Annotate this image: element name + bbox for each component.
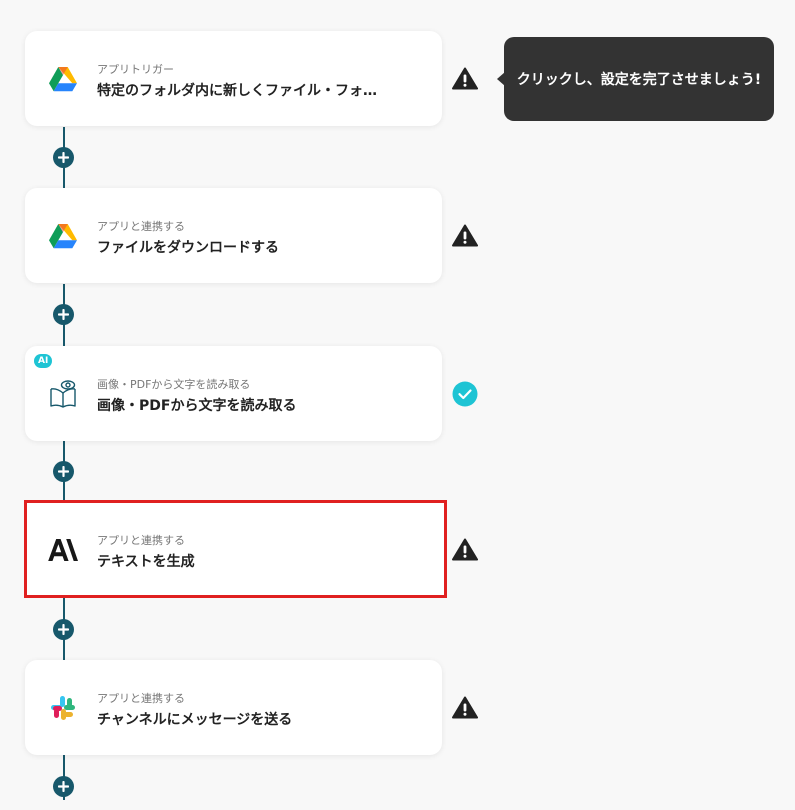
warning-icon[interactable]	[452, 536, 478, 562]
add-step-button[interactable]	[53, 619, 74, 640]
add-step-button[interactable]	[53, 147, 74, 168]
plus-icon	[58, 466, 69, 477]
add-step-button[interactable]	[53, 304, 74, 325]
flow-step-card-ocr[interactable]: AI 画像・PDFから文字を読み取る 画像・PDFから文字を読み取る	[25, 346, 442, 441]
flow-step-card-send-message[interactable]: アプリと連携する チャンネルにメッセージを送る	[25, 660, 442, 755]
step-subtitle: アプリと連携する	[97, 692, 185, 705]
ocr-book-eye-icon	[48, 379, 78, 409]
flow-canvas: アプリトリガー 特定のフォルダ内に新しくファイル・フォ… クリックし、設定を完了…	[0, 0, 795, 810]
step-title: 特定のフォルダ内に新しくファイル・フォ…	[97, 83, 377, 99]
step-title: チャンネルにメッセージを送る	[97, 712, 293, 728]
step-subtitle: アプリトリガー	[97, 63, 174, 76]
plus-icon	[58, 624, 69, 635]
check-complete-icon[interactable]	[452, 381, 478, 407]
warning-icon[interactable]	[452, 65, 478, 91]
flow-step-card-download[interactable]: アプリと連携する ファイルをダウンロードする	[25, 188, 442, 283]
step-title: 画像・PDFから文字を読み取る	[97, 398, 297, 414]
flow-step-card-trigger[interactable]: アプリトリガー 特定のフォルダ内に新しくファイル・フォ…	[25, 31, 442, 126]
plus-icon	[58, 781, 69, 792]
tooltip-arrow	[497, 72, 505, 86]
google-drive-icon	[48, 64, 78, 94]
slack-icon	[48, 693, 78, 723]
tooltip-text: クリックし、設定を完了させましょう!	[516, 72, 762, 88]
step-title: ファイルをダウンロードする	[97, 240, 279, 256]
add-step-button[interactable]	[53, 461, 74, 482]
ai-badge: AI	[34, 354, 53, 368]
step-subtitle: アプリと連携する	[97, 534, 185, 547]
setup-tooltip: クリックし、設定を完了させましょう!	[497, 37, 774, 121]
step-subtitle: アプリと連携する	[97, 220, 185, 233]
anthropic-logo-icon	[48, 535, 78, 565]
flow-step-card-generate-text[interactable]: アプリと連携する テキストを生成	[24, 500, 447, 598]
warning-icon[interactable]	[452, 222, 478, 248]
add-step-button[interactable]	[53, 776, 74, 797]
step-title: テキストを生成	[97, 554, 195, 570]
google-drive-icon	[48, 221, 78, 251]
step-subtitle: 画像・PDFから文字を読み取る	[97, 378, 251, 391]
plus-icon	[58, 152, 69, 163]
plus-icon	[58, 309, 69, 320]
warning-icon[interactable]	[452, 694, 478, 720]
